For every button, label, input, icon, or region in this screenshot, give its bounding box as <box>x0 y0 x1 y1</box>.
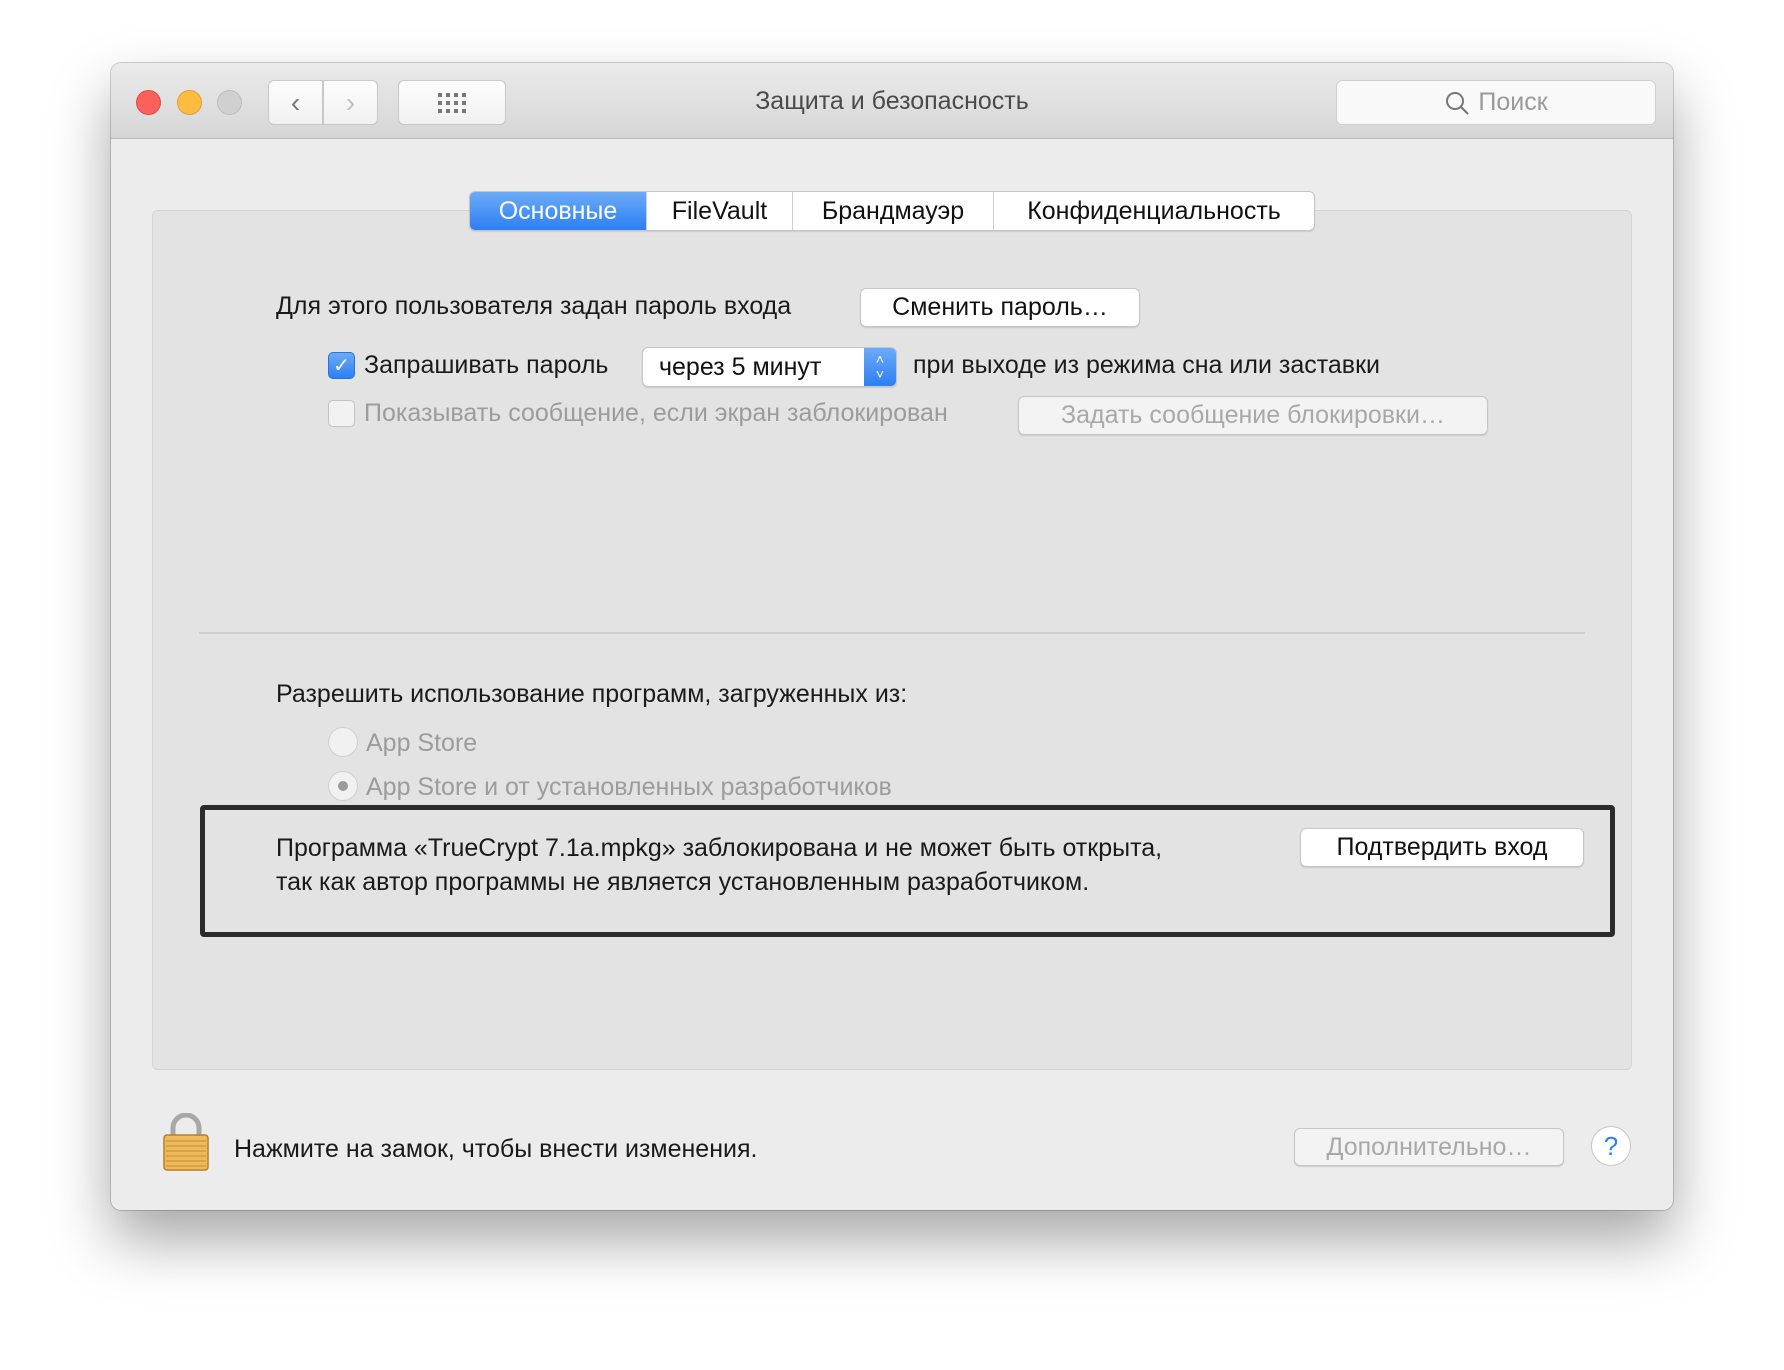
question-mark-icon: ? <box>1603 1130 1619 1161</box>
tab-filevault[interactable]: FileVault <box>647 192 793 230</box>
require-password-checkbox[interactable]: ✓ <box>328 352 355 379</box>
show-message-label: Показывать сообщение, если экран заблоки… <box>364 399 948 427</box>
tab-bar: Основные FileVault Брандмауэр Конфиденци… <box>469 191 1315 231</box>
change-password-button[interactable]: Сменить пароль… <box>860 288 1140 327</box>
allow-apps-label: Разрешить использование программ, загруж… <box>276 680 908 708</box>
updown-chevron-icon: ˄ ˅ <box>864 348 896 386</box>
radio-identified-developers[interactable] <box>328 771 358 801</box>
lock-hint-text: Нажмите на замок, чтобы внести изменения… <box>234 1135 758 1163</box>
blocked-app-message-line1: Программа «TrueCrypt 7.1a.mpkg» заблокир… <box>276 834 1163 862</box>
radio-app-store[interactable] <box>328 727 358 757</box>
password-delay-value: через 5 минут <box>659 352 822 381</box>
search-icon <box>1446 91 1470 115</box>
system-preferences-window: ‹ › Защита и безопасность Поиск Основные… <box>111 63 1673 1210</box>
radio-selected-dot <box>338 781 348 791</box>
require-password-label: Запрашивать пароль <box>364 351 609 379</box>
require-password-suffix: при выходе из режима сна или заставки <box>913 351 1380 379</box>
set-lock-message-button[interactable]: Задать сообщение блокировки… <box>1018 396 1488 435</box>
open-anyway-button[interactable]: Подтвердить вход <box>1300 828 1584 867</box>
advanced-button[interactable]: Дополнительно… <box>1294 1128 1564 1166</box>
radio-app-store-label: App Store <box>366 729 478 757</box>
checkmark-icon: ✓ <box>333 355 350 377</box>
show-message-checkbox[interactable] <box>328 400 355 427</box>
tab-general[interactable]: Основные <box>470 192 647 230</box>
radio-identified-developers-label: App Store и от установленных разработчик… <box>366 773 892 801</box>
help-button[interactable]: ? <box>1591 1126 1631 1166</box>
title-bar: ‹ › Защита и безопасность Поиск <box>111 63 1673 139</box>
search-placeholder: Поиск <box>1478 88 1548 116</box>
lock-icon[interactable] <box>163 1112 209 1171</box>
section-divider <box>199 632 1585 634</box>
password-set-label: Для этого пользователя задан пароль вход… <box>276 292 792 320</box>
tab-privacy[interactable]: Конфиденциальность <box>994 192 1314 230</box>
content-panel <box>152 210 1632 1070</box>
blocked-app-message-line2: так как автор программы не является уста… <box>276 868 1090 896</box>
search-input[interactable]: Поиск <box>1336 80 1656 125</box>
password-delay-popup[interactable]: через 5 минут ˄ ˅ <box>642 347 897 387</box>
tab-firewall[interactable]: Брандмауэр <box>793 192 994 230</box>
